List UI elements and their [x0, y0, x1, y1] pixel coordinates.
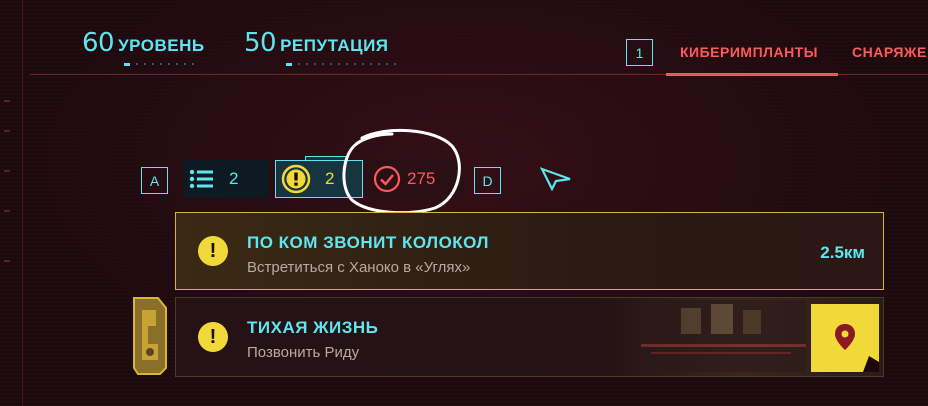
left-decor-rail	[0, 0, 23, 406]
filter-active-count: 2	[325, 169, 335, 188]
cursor-icon	[540, 167, 571, 191]
level-progress	[124, 62, 194, 66]
level-stat: 60 УРОВЕНЬ	[82, 28, 205, 58]
quest-title: ТИХАЯ ЖИЗНЬ	[247, 318, 379, 337]
level-value: 60	[82, 28, 115, 58]
tab-gear[interactable]: СНАРЯЖЕ	[852, 44, 927, 60]
exclamation-icon: !	[198, 322, 228, 352]
filter-next-key[interactable]: D	[474, 167, 501, 194]
exclamation-icon	[281, 164, 311, 194]
level-label: УРОВЕНЬ	[118, 36, 205, 55]
tab-key-hint[interactable]: 1	[626, 39, 653, 66]
quest-title: ПО КОМ ЗВОНИТ КОЛОКОЛ	[247, 233, 489, 252]
hand-drawn-circle-annotation	[342, 129, 461, 214]
reputation-label: РЕПУТАЦИЯ	[280, 36, 389, 55]
filter-all-quests[interactable]: 2	[183, 160, 268, 198]
data-shard-icon	[133, 297, 167, 375]
filter-prev-key[interactable]: A	[141, 167, 168, 194]
quest-background-art	[641, 300, 806, 372]
filter-all-count: 2	[229, 169, 239, 188]
quest-distance: 2.5км	[820, 243, 865, 262]
list-icon	[189, 169, 213, 189]
track-quest-button[interactable]	[811, 304, 879, 372]
reputation-value: 50	[244, 28, 277, 58]
quest-card[interactable]: ! ТИХАЯ ЖИЗНЬ Позвонить Риду	[175, 297, 884, 377]
reputation-stat: 50 РЕПУТАЦИЯ	[244, 28, 389, 58]
quest-objective: Позвонить Риду	[247, 344, 360, 361]
quest-card-tracked[interactable]: ! ПО КОМ ЗВОНИТ КОЛОКОЛ Встретиться с Ха…	[175, 212, 884, 290]
tab-cyberware[interactable]: КИБЕРИМПЛАНТЫ	[680, 44, 818, 60]
map-pin-icon	[835, 324, 879, 372]
exclamation-icon: !	[198, 236, 228, 266]
quest-objective: Встретиться с Ханоко в «Углях»	[247, 259, 471, 276]
reputation-progress	[286, 62, 396, 66]
header-divider	[30, 74, 928, 75]
